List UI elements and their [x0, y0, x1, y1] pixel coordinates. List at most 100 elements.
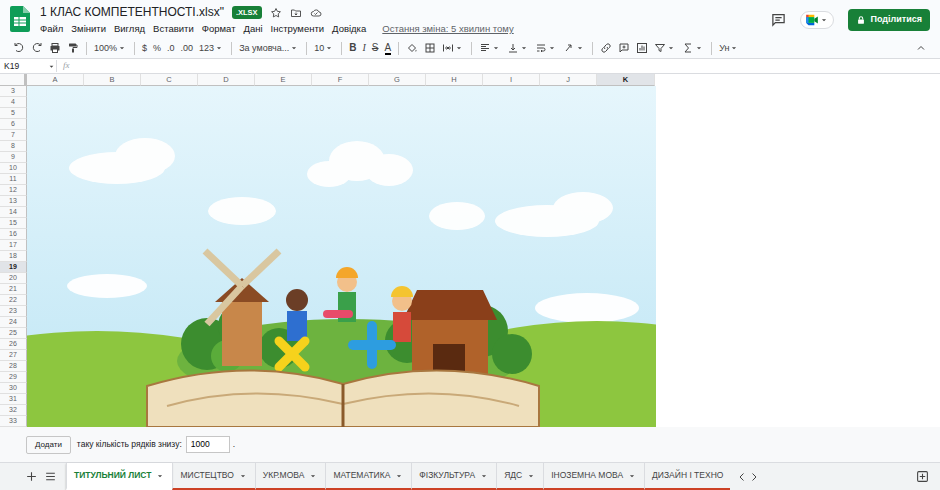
row-header[interactable]: 9 — [0, 152, 27, 163]
chart-button[interactable] — [633, 42, 651, 54]
column-header[interactable]: B — [84, 74, 141, 86]
dropdown-caret-icon[interactable] — [308, 471, 318, 481]
dropdown-caret-icon[interactable] — [394, 471, 404, 481]
column-header[interactable]: I — [483, 74, 540, 86]
row-header[interactable]: 30 — [0, 383, 27, 394]
menu-item[interactable]: Інструменти — [271, 22, 325, 35]
sheet-tab[interactable]: ТИТУЛЬНИЙ ЛИСТ — [66, 463, 172, 490]
row-header[interactable]: 31 — [0, 394, 27, 405]
dropdown-caret-icon[interactable] — [526, 471, 536, 481]
add-rows-button[interactable]: Додати — [26, 436, 71, 454]
printer-button[interactable] — [46, 42, 64, 54]
cloud-saved-icon[interactable] — [310, 7, 322, 19]
column-header[interactable]: A — [27, 74, 84, 86]
row-header[interactable]: 13 — [0, 196, 27, 207]
row-header[interactable]: 25 — [0, 328, 27, 339]
row-header[interactable]: 8 — [0, 141, 27, 152]
row-header[interactable]: 17 — [0, 240, 27, 251]
decrease-decimal-button[interactable]: .0 — [164, 40, 178, 56]
currency-button[interactable]: $ — [139, 40, 150, 56]
row-header[interactable]: 19 — [0, 262, 27, 273]
sheets-logo-icon[interactable] — [10, 6, 30, 32]
column-header[interactable]: F — [312, 74, 369, 86]
star-icon[interactable] — [270, 7, 282, 19]
borders-button[interactable] — [421, 42, 439, 54]
dropdown-caret-icon[interactable] — [238, 471, 248, 481]
row-header[interactable]: 22 — [0, 295, 27, 306]
arrow-right-icon[interactable] — [748, 471, 760, 483]
comments-icon[interactable] — [771, 12, 786, 27]
row-count-field[interactable] — [186, 436, 230, 453]
row-header[interactable]: 32 — [0, 405, 27, 416]
sheet-tab[interactable]: ІНОЗЕМНА МОВА — [543, 463, 644, 490]
sheet-tab[interactable]: МАТЕМАТИКА — [325, 463, 411, 490]
redo-button[interactable] — [28, 42, 46, 54]
row-header[interactable]: 28 — [0, 361, 27, 372]
menu-item[interactable]: Дані — [243, 22, 262, 35]
italic-button[interactable]: I — [359, 40, 368, 56]
meet-button[interactable] — [800, 11, 834, 29]
row-header[interactable]: 27 — [0, 350, 27, 361]
zoom-button[interactable]: 100% — [91, 40, 130, 56]
row-header[interactable]: 26 — [0, 339, 27, 350]
dropdown-caret-icon[interactable] — [479, 471, 489, 481]
row-header[interactable]: 24 — [0, 317, 27, 328]
row-header[interactable]: 7 — [0, 130, 27, 141]
row-header[interactable]: 33 — [0, 416, 27, 427]
add-sheet-button[interactable] — [22, 470, 41, 483]
row-header[interactable]: 6 — [0, 119, 27, 130]
row-header[interactable]: 29 — [0, 372, 27, 383]
menu-item[interactable]: Змінити — [71, 22, 106, 35]
paint-format-button[interactable] — [64, 42, 82, 54]
dropdown-caret-icon[interactable] — [627, 471, 637, 481]
column-header[interactable]: K — [597, 74, 655, 86]
sheet-tab[interactable]: ДИЗАЙН І ТЕХНО — [644, 463, 730, 490]
collapse-menus-button[interactable] — [912, 42, 930, 54]
explore-button[interactable] — [913, 470, 932, 483]
link-button[interactable] — [597, 42, 615, 54]
column-header[interactable]: H — [426, 74, 483, 86]
sheet-tab[interactable]: УКР.МОВА — [255, 463, 326, 490]
sheet-tab[interactable]: ЯДС — [496, 463, 543, 490]
column-header[interactable]: G — [369, 74, 426, 86]
last-edit-link[interactable]: Остання зміна: 5 хвилин тому — [382, 22, 513, 35]
row-header[interactable]: 23 — [0, 306, 27, 317]
percent-button[interactable]: % — [150, 40, 164, 56]
column-header[interactable]: J — [540, 74, 597, 86]
filter-button[interactable] — [651, 42, 679, 54]
column-header[interactable]: E — [255, 74, 312, 86]
row-header[interactable]: 21 — [0, 284, 27, 295]
row-header[interactable]: 3 — [0, 86, 27, 97]
row-header[interactable]: 11 — [0, 174, 27, 185]
dropdown-caret-icon[interactable] — [155, 471, 165, 481]
row-header[interactable]: 10 — [0, 163, 27, 174]
row-header[interactable]: 4 — [0, 97, 27, 108]
name-box[interactable]: K19 — [0, 59, 56, 73]
number-format-button[interactable]: 123 — [196, 40, 227, 56]
horizontal-align-button[interactable] — [476, 42, 504, 54]
sigma-button[interactable] — [679, 42, 707, 54]
menu-item[interactable]: Вигляд — [114, 22, 145, 35]
menu-item[interactable]: Формат — [202, 22, 236, 35]
merge-cells-button[interactable] — [439, 42, 467, 54]
folder-move-icon[interactable] — [290, 7, 302, 19]
fill-bucket-button[interactable] — [403, 42, 421, 54]
column-header[interactable]: D — [198, 74, 255, 86]
font-button[interactable]: За умовча... — [236, 40, 302, 56]
menu-item[interactable]: Файл — [40, 22, 63, 35]
arrow-left-icon[interactable] — [736, 471, 748, 483]
vertical-align-button[interactable] — [504, 42, 532, 54]
strikethrough-button[interactable]: S — [369, 40, 382, 56]
row-header[interactable]: 5 — [0, 108, 27, 119]
row-header[interactable]: 20 — [0, 273, 27, 284]
text-color-button[interactable]: A — [382, 42, 395, 55]
share-button[interactable]: Поділитися — [848, 9, 930, 31]
sheet-tab[interactable]: МИСТЕЦТВО — [172, 463, 254, 490]
text-rotate-button[interactable] — [560, 42, 588, 54]
menu-item[interactable]: Довідка — [332, 22, 366, 35]
input-tools-button[interactable]: Ун — [716, 40, 742, 56]
select-all-corner[interactable] — [0, 74, 27, 86]
menu-item[interactable]: Вставити — [153, 22, 194, 35]
text-wrap-button[interactable] — [532, 42, 560, 54]
undo-button[interactable] — [10, 42, 28, 54]
